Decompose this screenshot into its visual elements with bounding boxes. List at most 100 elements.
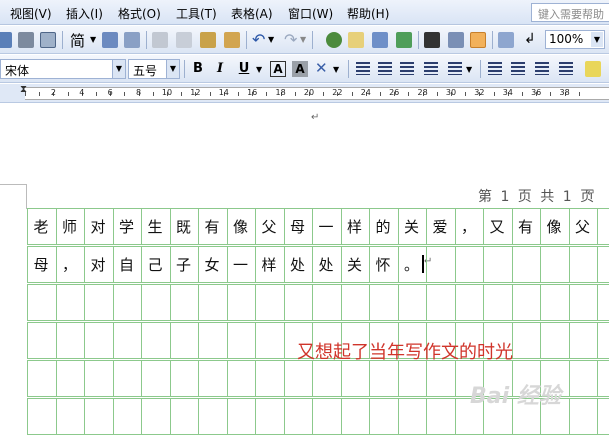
highlight-icon[interactable]: [585, 61, 601, 77]
menu-help[interactable]: 帮助(H): [347, 5, 389, 22]
menu-tools[interactable]: 工具(T): [176, 5, 217, 22]
ruler-tick: [124, 92, 126, 96]
bold-button[interactable]: B: [190, 61, 206, 76]
read-mode-icon[interactable]: [498, 32, 514, 48]
grid-character: 像: [546, 218, 562, 236]
char-border-button[interactable]: A: [270, 61, 286, 77]
char-scaling-icon[interactable]: ✕: [315, 59, 328, 77]
document-map-icon[interactable]: [470, 32, 486, 48]
grid-line: [397, 284, 399, 320]
chevron-down-icon[interactable]: ▼: [166, 60, 179, 78]
research-icon[interactable]: [124, 32, 140, 48]
grid-line: [27, 360, 28, 396]
format-painter-icon[interactable]: [224, 32, 240, 48]
grid-line: [55, 284, 57, 320]
insert-table-icon[interactable]: [372, 32, 388, 48]
chevron-down-icon[interactable]: ▼: [90, 35, 96, 44]
menu-insert[interactable]: 插入(I): [66, 5, 103, 22]
grid-line: [454, 398, 456, 434]
horizontal-ruler[interactable]: 2 4 6 8 10 12 14 16 18 20 22 24 26 28 30 32 34 36 38 ⧗: [0, 84, 609, 103]
menu-window[interactable]: 窗口(W): [288, 5, 333, 22]
print-preview-icon[interactable]: [40, 32, 56, 48]
undo-icon[interactable]: ↶: [252, 30, 265, 49]
ruler-number: 26: [389, 88, 400, 97]
grid-character: 师: [61, 218, 77, 236]
redo-icon[interactable]: ↷: [284, 30, 297, 49]
grid-line: [169, 284, 171, 320]
annotation-text: 又想起了当年写作文的时光: [297, 342, 513, 363]
align-center-icon[interactable]: [378, 62, 392, 75]
line-spacing-icon[interactable]: [448, 62, 462, 75]
copy-icon[interactable]: [176, 32, 192, 48]
grid-line: [454, 284, 456, 320]
menu-format[interactable]: 格式(O): [118, 5, 161, 22]
grid-line: [483, 284, 484, 320]
grid-character: 学: [118, 218, 134, 236]
grid-line: [84, 398, 85, 434]
grid-character: 自: [118, 256, 134, 274]
numbering-icon[interactable]: [488, 62, 502, 75]
indent-marker-icon[interactable]: ⧗: [20, 84, 27, 95]
cut-icon[interactable]: [152, 32, 168, 48]
underline-button[interactable]: U: [236, 61, 252, 76]
menu-table[interactable]: 表格(A): [231, 5, 273, 22]
chevron-down-icon[interactable]: ▼: [268, 35, 274, 44]
grid-character: 一: [232, 256, 248, 274]
grid-character: 对: [90, 218, 106, 236]
font-size-select[interactable]: 五号 ▼: [128, 59, 180, 79]
distribute-icon[interactable]: [424, 62, 438, 75]
decrease-indent-icon[interactable]: [535, 62, 549, 75]
ruler-number: 20: [303, 88, 315, 97]
zoom-select[interactable]: 100% ▼: [545, 30, 605, 49]
hyperlink-icon[interactable]: [326, 32, 342, 48]
insert-excel-icon[interactable]: [396, 32, 412, 48]
watermark-logo: Bai 经验: [470, 384, 561, 409]
align-right-icon[interactable]: [400, 62, 414, 75]
char-shading-button[interactable]: A: [292, 61, 308, 77]
grid-line: [27, 322, 609, 323]
grid-character: 母: [289, 218, 305, 236]
grid-line: [283, 322, 285, 358]
grid-line: [369, 398, 370, 434]
ruler-number: 30: [445, 88, 457, 97]
spelling-icon[interactable]: [102, 32, 118, 48]
grid-line: [397, 398, 399, 434]
font-name-select[interactable]: 宋体 ▼: [0, 59, 126, 79]
toolbar-separator: [418, 31, 419, 49]
chevron-down-icon[interactable]: ▼: [256, 65, 262, 74]
chevron-down-icon[interactable]: ▼: [466, 65, 472, 74]
chevron-down-icon[interactable]: ▼: [591, 32, 603, 47]
help-search-input[interactable]: 键入需要帮助: [531, 3, 609, 22]
chevron-down-icon[interactable]: ▼: [333, 65, 339, 74]
menu-view[interactable]: 视图(V): [10, 5, 52, 22]
grid-character: 有: [517, 218, 533, 236]
tables-borders-icon[interactable]: [348, 32, 364, 48]
email-icon[interactable]: [0, 32, 12, 48]
formatting-toolbar: 宋体 ▼ 五号 ▼ B I U ▼ A A ✕ ▼ ▼: [0, 55, 609, 83]
grid-character: 样: [346, 218, 362, 236]
paste-icon[interactable]: [200, 32, 216, 48]
ruler-number: 18: [275, 88, 286, 97]
increase-indent-icon[interactable]: [559, 62, 573, 75]
grid-line: [283, 284, 285, 320]
align-left-icon[interactable]: [356, 62, 370, 75]
ruler-tick: [209, 92, 211, 96]
columns-icon[interactable]: [424, 32, 440, 48]
italic-button[interactable]: I: [212, 61, 228, 76]
paragraph-mark: ↵: [311, 112, 320, 123]
show-formatting-icon[interactable]: ↲: [524, 31, 536, 47]
grid-character: 既: [175, 218, 191, 236]
ruler-tick: [266, 92, 268, 96]
ruler-number: 24: [360, 88, 371, 97]
bullets-icon[interactable]: [511, 62, 525, 75]
ruler-tick: [550, 92, 552, 96]
grid-line: [84, 322, 85, 358]
print-icon[interactable]: [18, 32, 34, 48]
chevron-down-icon[interactable]: ▼: [112, 60, 125, 78]
chevron-down-icon[interactable]: ▼: [300, 35, 306, 44]
drawing-icon[interactable]: [448, 32, 464, 48]
toolbar-separator: [146, 31, 147, 49]
traditional-simplified-button[interactable]: 简: [70, 30, 85, 51]
grid-line: [426, 398, 427, 434]
grid-character: 老: [33, 218, 49, 236]
